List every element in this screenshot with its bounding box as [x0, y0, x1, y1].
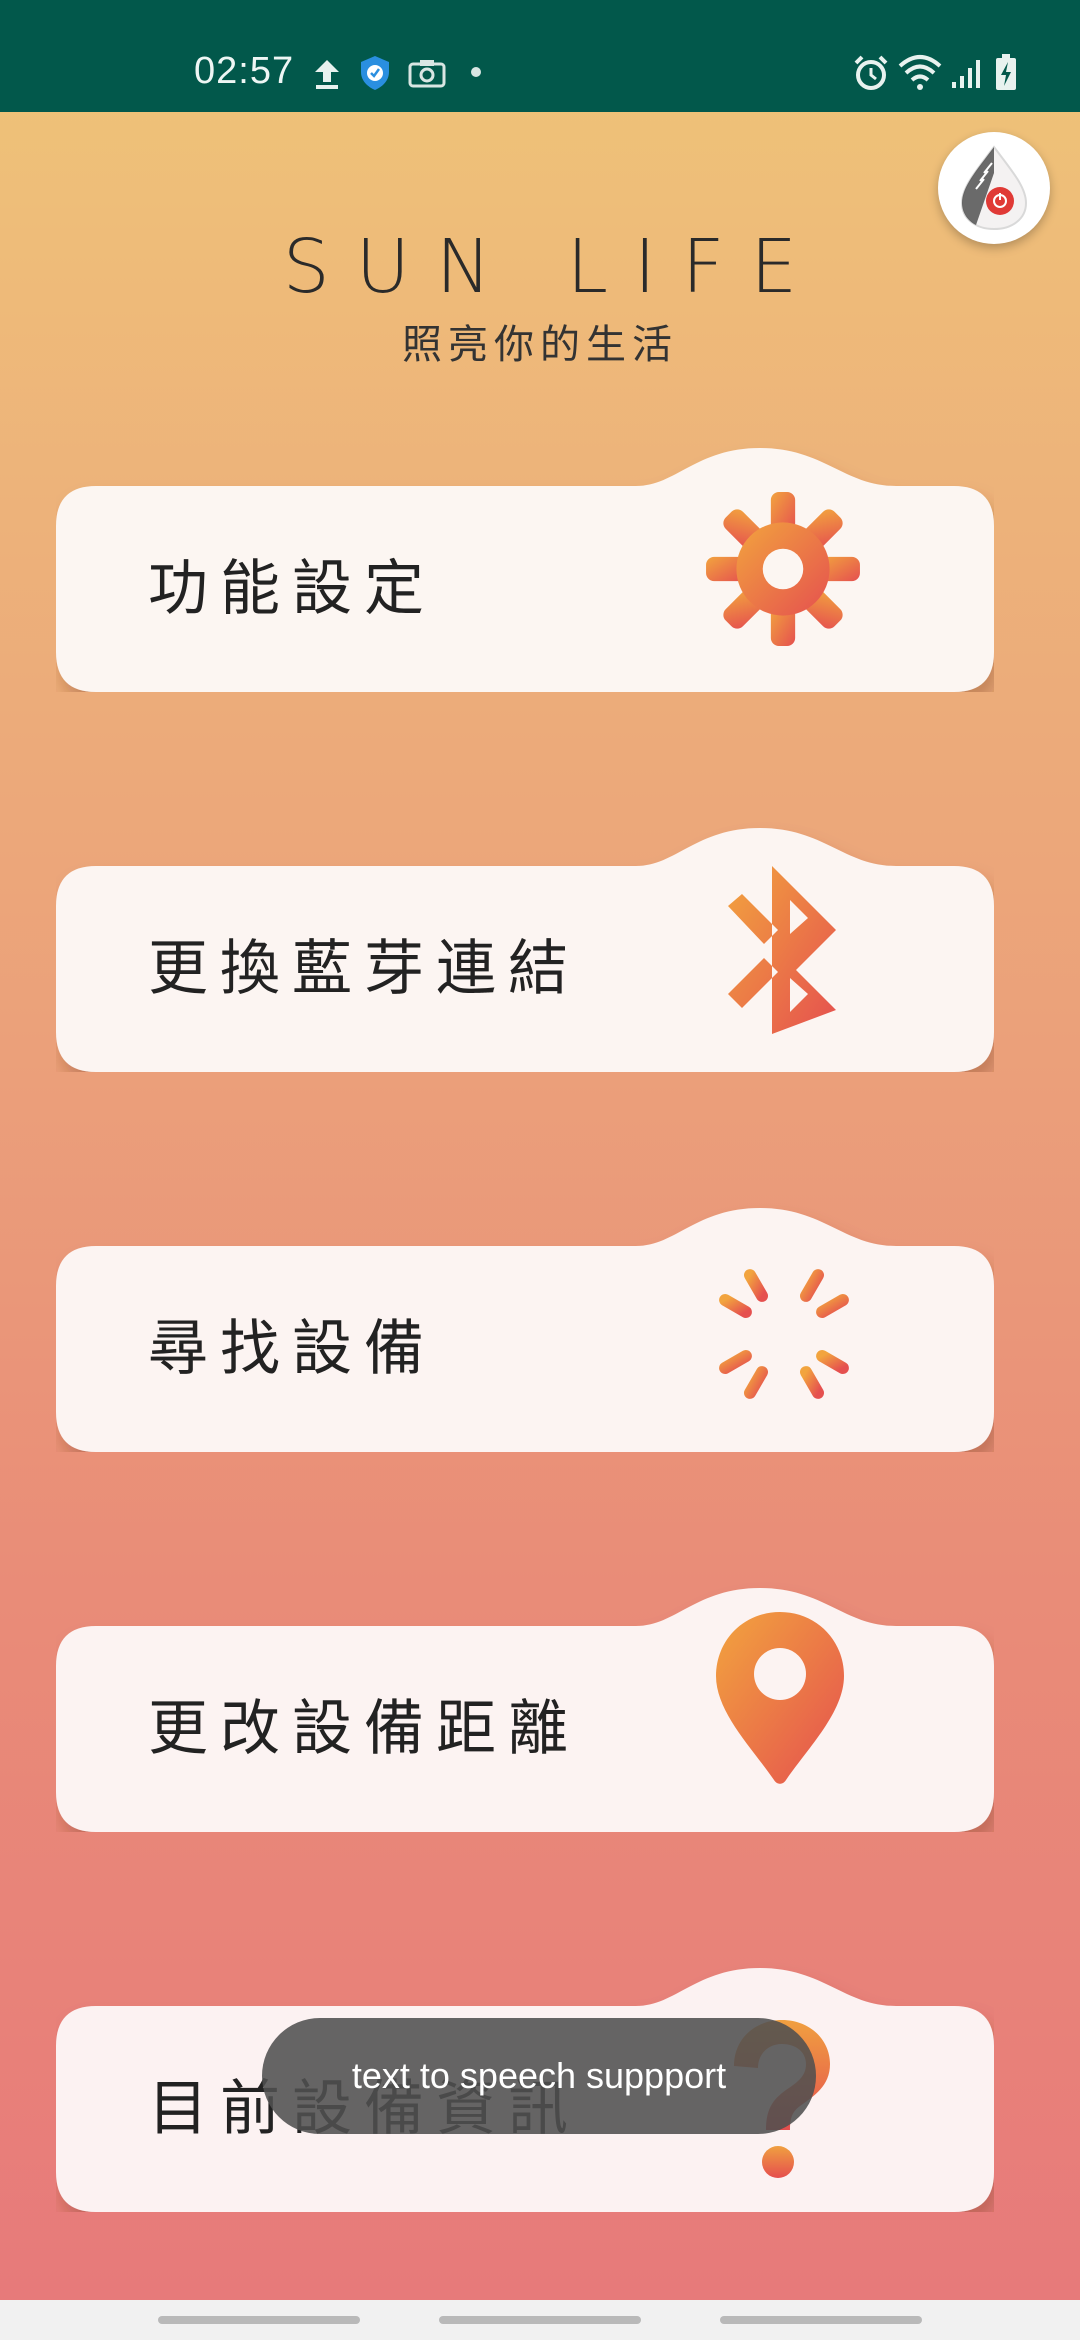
alarm-icon	[854, 55, 888, 90]
spinner-spoke	[816, 1294, 849, 1318]
spinner-spoke	[719, 1294, 752, 1318]
spinner-spoke	[816, 1350, 849, 1374]
status-time: 02:57	[194, 50, 295, 92]
wifi-icon	[898, 55, 942, 90]
upload-icon	[315, 60, 339, 89]
status-bar: 02:57	[0, 0, 1080, 112]
card-label-find-device: 尋找設備	[148, 1314, 436, 1384]
navigation-bar	[0, 2300, 1080, 2340]
logo-title: SUN LIFE	[282, 224, 824, 310]
nav-back-button[interactable]	[720, 2316, 922, 2324]
menu-card-device-distance[interactable]: 更改設備距離	[56, 1572, 994, 1832]
toast-message: text to speech suppport	[262, 2018, 816, 2134]
logo-subtitle: 照亮你的生活	[402, 322, 678, 368]
dot-icon	[471, 67, 481, 77]
menu-card-find-device[interactable]: 尋找設備	[56, 1192, 994, 1452]
bluetooth-icon	[728, 866, 836, 1034]
nav-recents-button[interactable]	[158, 2316, 360, 2324]
battery-charging-icon	[996, 54, 1016, 90]
spinner-spoke	[719, 1350, 752, 1374]
card-label-settings: 功能設定	[148, 554, 436, 624]
spinner-spoke	[800, 1366, 824, 1399]
loading-spinner-icon	[710, 1260, 858, 1408]
card-label-device-distance: 更改設備距離	[148, 1694, 580, 1764]
device-drop-icon	[960, 145, 1028, 231]
signal-icon	[952, 60, 980, 88]
spinner-spoke	[800, 1269, 824, 1302]
camera-icon	[408, 60, 446, 88]
menu-card-settings[interactable]: 功能設定	[56, 432, 994, 692]
spinner-spoke	[744, 1366, 768, 1399]
menu-card-bluetooth[interactable]: 更換藍芽連結	[56, 812, 994, 1072]
shield-check-icon	[361, 56, 389, 90]
spinner-spoke	[744, 1269, 768, 1302]
nav-home-button[interactable]	[439, 2316, 641, 2324]
location-pin-icon	[716, 1612, 844, 1784]
main-screen: SUN LIFE 照亮你的生活 功能設定 更換藍芽連結 尋找設備 更改設備距離 …	[0, 112, 1080, 2300]
card-label-bluetooth: 更換藍芽連結	[148, 934, 580, 1004]
gear-icon	[706, 492, 860, 646]
app-logo: SUN LIFE 照亮你的生活	[0, 222, 1080, 370]
